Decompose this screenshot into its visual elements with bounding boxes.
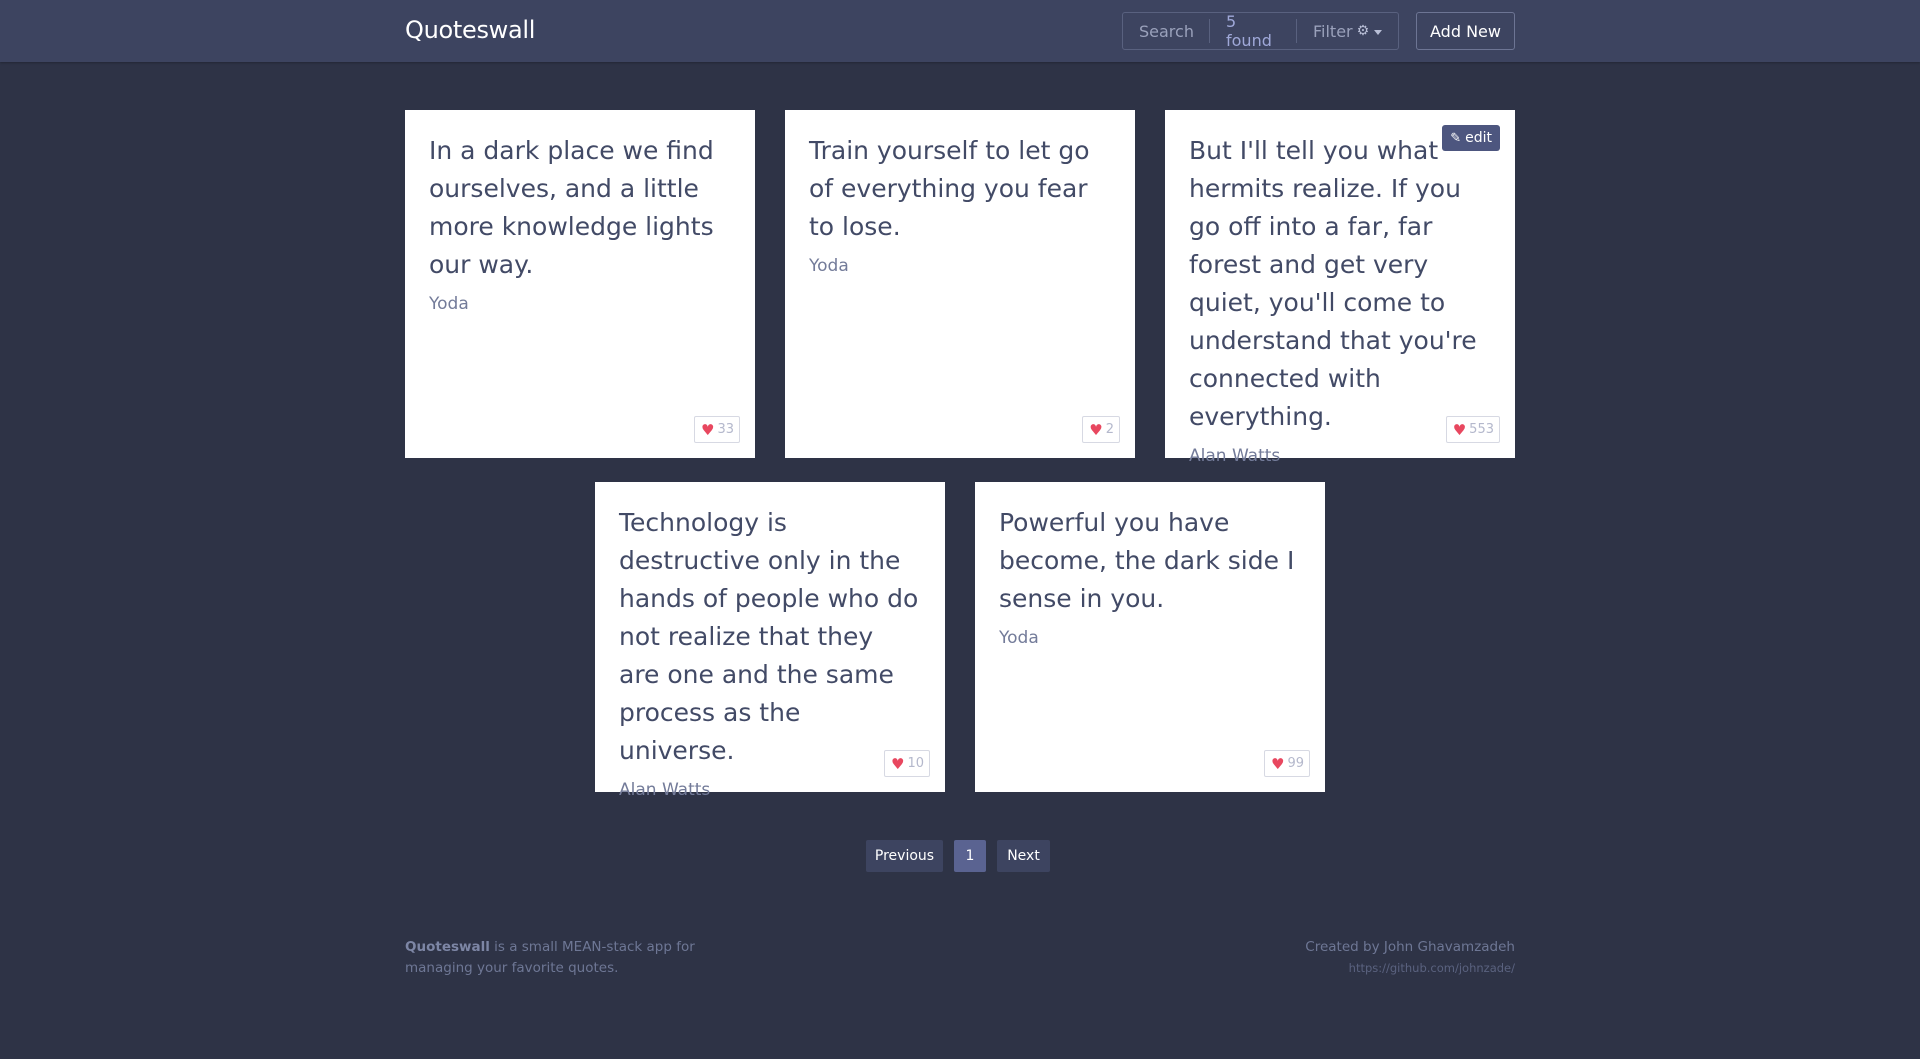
like-button[interactable]: ♥ 2: [1082, 416, 1120, 443]
add-new-button[interactable]: Add New: [1416, 12, 1515, 50]
like-button[interactable]: ♥ 99: [1264, 750, 1310, 777]
footer-credit: Created by John Ghavamzadeh https://gith…: [1305, 937, 1515, 979]
search-button[interactable]: Search: [1123, 19, 1209, 43]
quote-author: Yoda: [429, 294, 469, 314]
like-button[interactable]: ♥ 10: [884, 750, 930, 777]
footer-github-link[interactable]: https://github.com/johnzade/: [1305, 958, 1515, 979]
like-count: 553: [1469, 422, 1494, 437]
quote-text: Technology is destructive only in the ha…: [619, 508, 919, 765]
gear-icon: ⚙: [1356, 23, 1370, 39]
pencil-icon: ✎: [1450, 130, 1462, 146]
like-count: 99: [1287, 756, 1304, 771]
page-number-button[interactable]: 1: [954, 840, 986, 872]
quote-card: In a dark place we find ourselves, and a…: [405, 110, 755, 458]
next-page-button[interactable]: Next: [997, 840, 1050, 872]
heart-icon: ♥: [1271, 754, 1285, 773]
quote-text: Powerful you have become, the dark side …: [999, 508, 1295, 613]
quote-text: Train yourself to let go of everything y…: [809, 136, 1090, 241]
pagination: Previous 1 Next: [866, 840, 1050, 872]
quote-author: Yoda: [999, 628, 1039, 648]
quote-card: ✎ edit But I'll tell you what hermits re…: [1165, 110, 1515, 466]
heart-icon: ♥: [701, 420, 715, 439]
like-count: 10: [907, 756, 924, 771]
quote-card: Powerful you have become, the dark side …: [975, 482, 1325, 792]
edit-button[interactable]: ✎ edit: [1442, 125, 1500, 151]
navbar: Quoteswall Search 5 found Filter ⚙ Add N…: [0, 0, 1920, 62]
like-button[interactable]: ♥ 33: [694, 416, 740, 443]
filter-dropdown[interactable]: Filter ⚙: [1297, 19, 1398, 43]
like-count: 2: [1105, 422, 1114, 437]
quote-author: Alan Watts: [619, 780, 711, 800]
filter-label: Filter: [1313, 21, 1353, 41]
heart-icon: ♥: [1089, 420, 1103, 439]
previous-page-button[interactable]: Previous: [866, 840, 943, 872]
found-count: 5 found: [1209, 12, 1297, 50]
caret-down-icon: [1374, 29, 1383, 35]
like-button[interactable]: ♥ 553: [1445, 416, 1500, 443]
like-count: 33: [717, 422, 734, 437]
quote-text: In a dark place we find ourselves, and a…: [429, 136, 714, 279]
quote-card: Technology is destructive only in the ha…: [595, 482, 945, 800]
footer-description: Quoteswall is a small MEAN-stack app for…: [405, 937, 765, 979]
quote-author: Yoda: [809, 256, 849, 276]
heart-icon: ♥: [891, 754, 905, 773]
edit-label: edit: [1465, 130, 1492, 146]
quote-author: Alan Watts: [1189, 446, 1281, 466]
quote-text: But I'll tell you what hermits realize. …: [1189, 136, 1477, 431]
footer-brand: Quoteswall: [405, 939, 490, 955]
heart-icon: ♥: [1452, 420, 1467, 439]
footer-author: Created by John Ghavamzadeh: [1305, 939, 1515, 955]
toolbar-group: Search 5 found Filter ⚙: [1122, 12, 1399, 50]
quote-card: Train yourself to let go of everything y…: [785, 110, 1135, 458]
brand-logo[interactable]: Quoteswall: [405, 16, 535, 44]
